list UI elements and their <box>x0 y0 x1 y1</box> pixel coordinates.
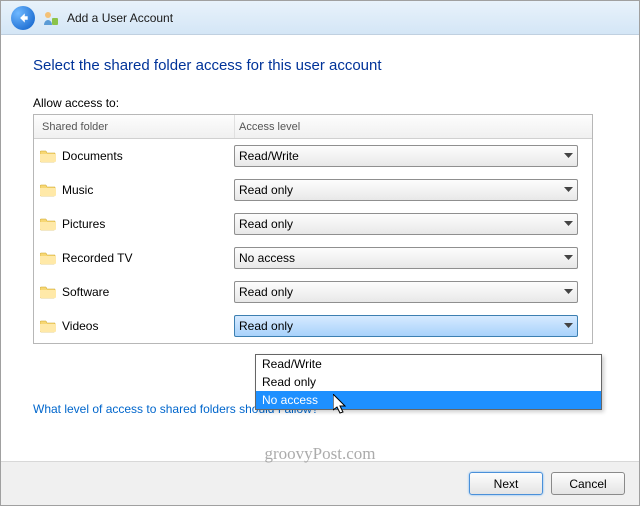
combo-value: Read only <box>239 319 293 333</box>
chevron-down-icon <box>564 221 573 227</box>
back-button[interactable] <box>11 6 35 30</box>
access-level-dropdown[interactable]: Read/WriteRead onlyNo access <box>255 354 602 410</box>
access-cell: No access <box>234 247 586 269</box>
combo-value: Read/Write <box>239 149 299 163</box>
footer-bar: Next Cancel <box>1 461 639 505</box>
table-row: Music Read only <box>34 173 592 207</box>
allow-access-label: Allow access to: <box>33 96 607 110</box>
folder-name: Software <box>62 285 109 299</box>
access-level-combo[interactable]: Read only <box>234 315 578 337</box>
folder-name: Videos <box>62 319 98 333</box>
column-shared-folder[interactable]: Shared folder <box>34 121 234 133</box>
folder-name: Documents <box>62 149 123 163</box>
folder-cell: Software <box>40 284 234 300</box>
access-cell: Read only <box>234 213 586 235</box>
folder-name: Recorded TV <box>62 251 132 265</box>
access-cell: Read/Write <box>234 145 586 167</box>
access-level-combo[interactable]: No access <box>234 247 578 269</box>
dropdown-option[interactable]: No access <box>256 391 601 409</box>
folder-cell: Music <box>40 182 234 198</box>
table-row: Recorded TV No access <box>34 241 592 275</box>
arrow-left-icon <box>16 11 30 25</box>
folder-icon <box>40 182 56 198</box>
user-account-icon <box>43 10 59 26</box>
cancel-button[interactable]: Cancel <box>551 472 625 495</box>
folder-cell: Pictures <box>40 216 234 232</box>
folder-icon <box>40 284 56 300</box>
access-level-combo[interactable]: Read only <box>234 281 578 303</box>
folder-cell: Documents <box>40 148 234 164</box>
folder-access-table: Shared folder Access level Documents Rea… <box>33 114 593 344</box>
access-level-combo[interactable]: Read/Write <box>234 145 578 167</box>
folder-cell: Recorded TV <box>40 250 234 266</box>
header-bar: Add a User Account <box>1 1 639 35</box>
chevron-down-icon <box>564 255 573 261</box>
folder-icon <box>40 250 56 266</box>
access-cell: Read only <box>234 179 586 201</box>
combo-value: Read only <box>239 217 293 231</box>
access-cell: Read only <box>234 281 586 303</box>
folder-name: Music <box>62 183 93 197</box>
folder-name: Pictures <box>62 217 105 231</box>
table-row: Documents Read/Write <box>34 139 592 173</box>
combo-value: Read only <box>239 183 293 197</box>
table-header: Shared folder Access level <box>34 115 592 139</box>
wizard-window: Add a User Account Select the shared fol… <box>0 0 640 506</box>
chevron-down-icon <box>564 323 573 329</box>
dropdown-option[interactable]: Read/Write <box>256 355 601 373</box>
column-access-level[interactable]: Access level <box>234 115 592 138</box>
instruction-text: Select the shared folder access for this… <box>33 57 607 74</box>
chevron-down-icon <box>564 289 573 295</box>
combo-value: Read only <box>239 285 293 299</box>
table-row: Software Read only <box>34 275 592 309</box>
access-level-combo[interactable]: Read only <box>234 213 578 235</box>
folder-icon <box>40 216 56 232</box>
dropdown-option[interactable]: Read only <box>256 373 601 391</box>
folder-cell: Videos <box>40 318 234 334</box>
folder-icon <box>40 148 56 164</box>
chevron-down-icon <box>564 153 573 159</box>
table-row: Videos Read only <box>34 309 592 343</box>
next-button[interactable]: Next <box>469 472 543 495</box>
access-cell: Read only <box>234 315 586 337</box>
access-level-combo[interactable]: Read only <box>234 179 578 201</box>
folder-icon <box>40 318 56 334</box>
table-row: Pictures Read only <box>34 207 592 241</box>
header-title: Add a User Account <box>67 11 173 25</box>
combo-value: No access <box>239 251 295 265</box>
chevron-down-icon <box>564 187 573 193</box>
